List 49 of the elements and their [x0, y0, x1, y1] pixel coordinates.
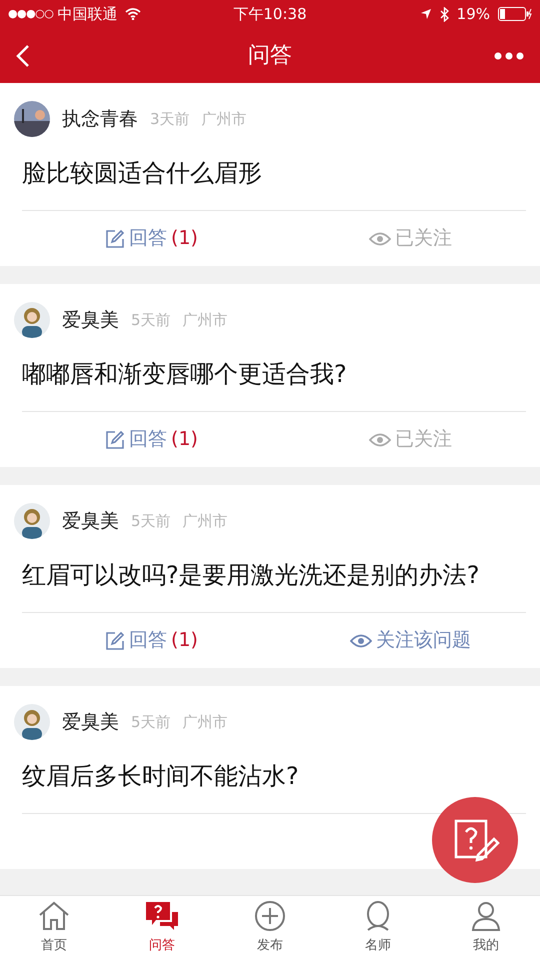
battery-percentage: 19%	[456, 4, 490, 25]
tab-item[interactable]: 我的	[432, 896, 540, 960]
tab-item[interactable]: 问答	[108, 896, 216, 960]
answer-button[interactable]: 回答 (1)	[22, 626, 281, 655]
bluetooth-icon	[440, 6, 449, 22]
edit-icon	[105, 630, 126, 650]
answer-button[interactable]: 回答 (1)	[22, 224, 281, 253]
plus-circle-icon	[254, 900, 286, 932]
answer-button[interactable]: 回答 (1)	[22, 425, 281, 454]
question-card[interactable]: 执念青春 3天前 广州市 脸比较圆适合什么眉形 回答 (1) 已关注	[0, 83, 540, 266]
question-card[interactable]: 爱臭美 5天前 广州市 纹眉后多长时间不能沾水?	[0, 686, 540, 869]
city: 广州市	[182, 510, 228, 532]
question-title: 脸比较圆适合什么眉形	[22, 155, 526, 211]
home-icon	[37, 900, 71, 932]
eye-icon	[369, 432, 391, 446]
page-title: 问答	[248, 42, 292, 70]
tab-item[interactable]: 首页	[0, 896, 108, 960]
post-time: 3天前	[150, 108, 190, 130]
post-time: 5天前	[131, 310, 171, 331]
wifi-icon	[125, 8, 142, 20]
city: 广州市	[182, 310, 228, 331]
edit-icon	[105, 430, 126, 450]
question-title: 红眉可以改吗?是要用激光洗还是别的办法?	[22, 557, 526, 613]
city: 广州市	[182, 712, 228, 733]
location-arrow-icon	[420, 8, 432, 20]
clock: 下午10:38	[233, 4, 307, 25]
edit-icon	[105, 228, 126, 248]
eye-icon	[350, 634, 372, 648]
carrier-name: 中国联通	[57, 4, 118, 25]
tab-item[interactable]: 名师	[324, 896, 432, 960]
user-icon	[470, 900, 502, 932]
question-card[interactable]: 爱臭美 5天前 广州市 嘟嘟唇和渐变唇哪个更适合我? 回答 (1) 已关注	[0, 284, 540, 467]
signal-strength: ●●●○○	[8, 6, 54, 22]
battery-icon	[498, 7, 532, 21]
back-icon[interactable]	[16, 44, 30, 68]
question-title: 嘟嘟唇和渐变唇哪个更适合我?	[22, 356, 526, 412]
post-time: 5天前	[131, 510, 171, 532]
city: 广州市	[202, 108, 247, 130]
author-name: 执念青春	[62, 106, 138, 132]
eye-icon	[369, 232, 391, 246]
author-name: 爱臭美	[62, 308, 119, 333]
question-card[interactable]: 爱臭美 5天前 广州市 红眉可以改吗?是要用激光洗还是别的办法? 回答 (1) 关注该问题	[0, 485, 540, 668]
follow-button[interactable]: 关注该问题	[281, 626, 540, 655]
more-icon[interactable]	[494, 52, 524, 60]
chat-bubbles-icon	[144, 900, 180, 932]
post-time: 5天前	[131, 712, 171, 733]
author-name: 爱臭美	[62, 508, 119, 534]
tab-item[interactable]: 发布	[216, 896, 324, 960]
author-name: 爱臭美	[62, 710, 119, 735]
